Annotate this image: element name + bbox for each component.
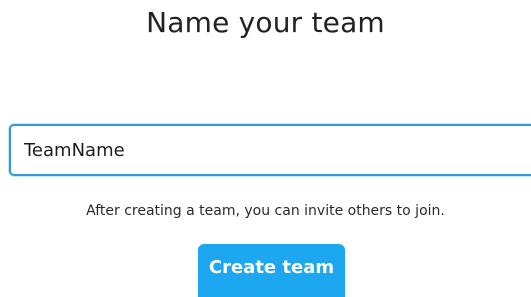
team-name-input[interactable] bbox=[9, 124, 531, 176]
page-title: Name your team bbox=[146, 6, 385, 39]
create-team-page: Name your team After creating a team, yo… bbox=[0, 0, 531, 297]
create-team-button[interactable]: Create team bbox=[198, 244, 345, 297]
invite-hint-text: After creating a team, you can invite ot… bbox=[86, 203, 445, 219]
